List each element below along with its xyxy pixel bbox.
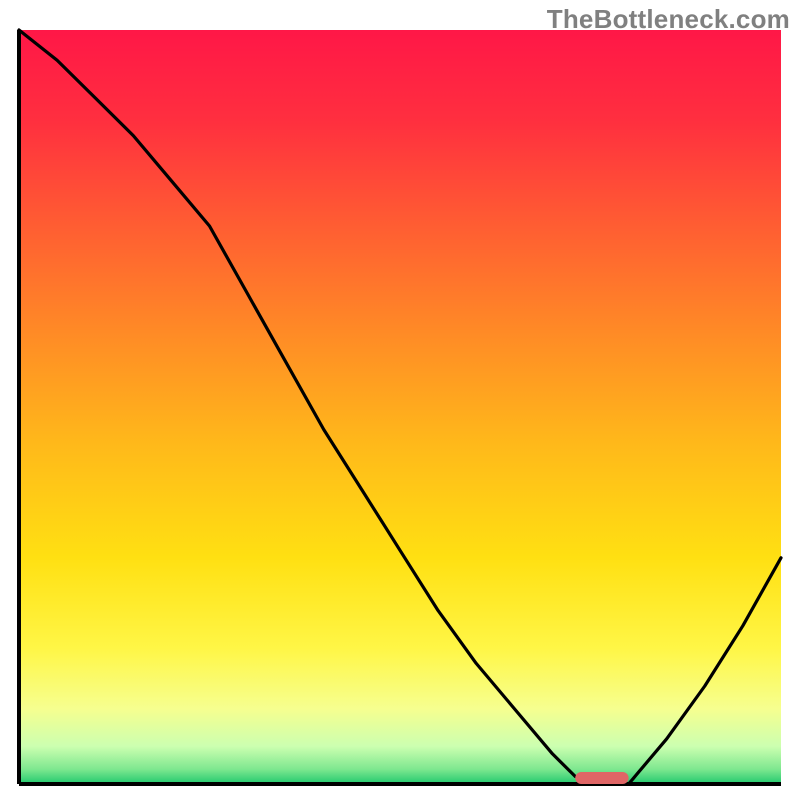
chart-frame: TheBottleneck.com	[0, 0, 800, 800]
plot-area	[15, 28, 785, 788]
chart-svg	[15, 28, 785, 788]
optimal-marker	[575, 772, 628, 784]
gradient-background	[19, 30, 781, 784]
